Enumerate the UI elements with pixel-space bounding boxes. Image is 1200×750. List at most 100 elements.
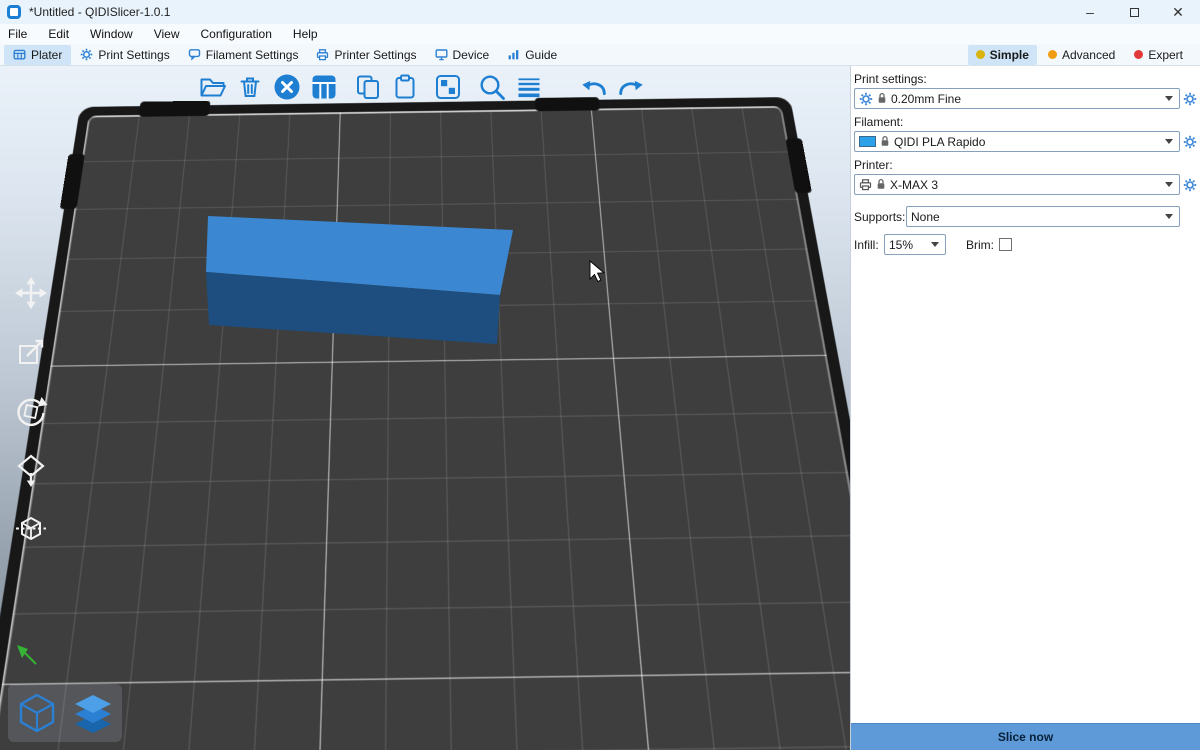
scale-icon — [12, 333, 50, 371]
3d-view-button[interactable] — [12, 688, 62, 738]
paste-icon — [390, 72, 420, 102]
undo-button[interactable] — [579, 72, 609, 102]
gear-icon — [1183, 135, 1197, 149]
delete-button[interactable] — [235, 72, 265, 102]
tab-device[interactable]: Device — [426, 45, 499, 65]
3d-viewport[interactable] — [0, 66, 850, 750]
menu-bar: File Edit Window View Configuration Help — [0, 24, 1200, 44]
rotate-icon — [12, 392, 50, 430]
rotate-tool-button[interactable] — [12, 392, 50, 430]
printer-gear-button[interactable] — [1180, 178, 1200, 192]
split-button[interactable] — [433, 72, 463, 102]
print-bed-grid — [0, 106, 850, 750]
filament-color-swatch — [859, 136, 876, 147]
printer-label: Printer: — [854, 158, 1200, 172]
variable-layer-height-button[interactable] — [514, 72, 544, 102]
settings-sidebar: Print settings: 0.20mm Fine Filament: QI… — [850, 66, 1200, 750]
delete-all-button[interactable] — [272, 72, 302, 102]
plater-toolbar — [198, 70, 653, 104]
tab-printer-settings[interactable]: Printer Settings — [307, 45, 425, 65]
filament-settings-icon — [188, 48, 201, 61]
undo-icon — [579, 72, 609, 102]
scale-tool-button[interactable] — [12, 333, 50, 371]
maximize-button[interactable] — [1112, 0, 1156, 24]
copy-button[interactable] — [353, 72, 383, 102]
menu-configuration[interactable]: Configuration — [201, 27, 272, 41]
copy-icon — [353, 72, 383, 102]
tab-label: Guide — [525, 48, 557, 62]
device-icon — [435, 48, 448, 61]
place-on-face-icon — [12, 451, 50, 489]
menu-help[interactable]: Help — [293, 27, 318, 41]
print-bed — [0, 97, 850, 750]
open-project-button[interactable] — [198, 72, 228, 102]
menu-window[interactable]: Window — [90, 27, 133, 41]
tab-print-settings[interactable]: Print Settings — [71, 45, 178, 65]
chevron-down-icon — [1165, 182, 1173, 187]
infill-label: Infill: — [854, 238, 884, 252]
cube-icon — [13, 689, 61, 737]
chevron-down-icon — [931, 242, 939, 247]
tab-plater[interactable]: Plater — [4, 45, 71, 65]
move-tool-button[interactable] — [12, 274, 50, 312]
tab-guide[interactable]: Guide — [498, 45, 566, 65]
app-logo-icon — [7, 5, 21, 19]
arrange-button[interactable] — [309, 72, 339, 102]
brim-checkbox[interactable] — [999, 238, 1012, 251]
slice-now-button[interactable]: Slice now — [851, 723, 1200, 750]
menu-file[interactable]: File — [8, 27, 27, 41]
printer-combo[interactable]: X-MAX 3 — [854, 174, 1180, 195]
gear-icon — [859, 92, 873, 106]
minimize-button[interactable]: – — [1068, 0, 1112, 24]
mode-simple[interactable]: Simple — [968, 45, 1037, 65]
filament-label: Filament: — [854, 115, 1200, 129]
layer-height-icon — [514, 72, 544, 102]
chevron-down-icon — [1165, 96, 1173, 101]
mode-label: Advanced — [1062, 48, 1115, 62]
tab-filament-settings[interactable]: Filament Settings — [179, 45, 308, 65]
print-settings-combo[interactable]: 0.20mm Fine — [854, 88, 1180, 109]
cut-tool-button[interactable] — [12, 510, 50, 548]
close-button[interactable]: ✕ — [1156, 0, 1200, 24]
filament-value: QIDI PLA Rapido — [894, 135, 1161, 149]
move-icon — [12, 274, 50, 312]
print-settings-gear-button[interactable] — [1180, 92, 1200, 106]
infill-value: 15% — [889, 238, 927, 252]
lock-icon — [876, 178, 886, 191]
gear-icon — [1183, 178, 1197, 192]
tab-label: Plater — [31, 48, 62, 62]
redo-button[interactable] — [616, 72, 646, 102]
expert-mode-dot-icon — [1134, 50, 1143, 59]
tab-label: Device — [453, 48, 490, 62]
tab-label: Printer Settings — [334, 48, 416, 62]
tab-label: Print Settings — [98, 48, 169, 62]
mode-expert[interactable]: Expert — [1126, 45, 1191, 65]
delete-all-icon — [272, 72, 302, 102]
lock-icon — [877, 92, 887, 105]
infill-combo[interactable]: 15% — [884, 234, 946, 255]
folder-open-icon — [198, 72, 228, 102]
plater-icon — [13, 48, 26, 61]
menu-view[interactable]: View — [154, 27, 180, 41]
menu-edit[interactable]: Edit — [48, 27, 69, 41]
preview-button[interactable] — [68, 688, 118, 738]
mode-label: Expert — [1148, 48, 1183, 62]
chevron-down-icon — [1165, 139, 1173, 144]
supports-combo[interactable]: None — [906, 206, 1180, 227]
filament-gear-button[interactable] — [1180, 135, 1200, 149]
lock-icon — [880, 135, 890, 148]
redo-icon — [616, 72, 646, 102]
mode-label: Simple — [990, 48, 1029, 62]
place-on-face-tool-button[interactable] — [12, 451, 50, 489]
print-settings-value: 0.20mm Fine — [891, 92, 1161, 106]
printer-icon — [859, 178, 872, 191]
paste-button[interactable] — [390, 72, 420, 102]
print-settings-icon — [80, 48, 93, 61]
maximize-icon — [1130, 8, 1139, 17]
search-icon — [477, 72, 507, 102]
gizmo-toolbar — [12, 274, 50, 548]
mode-advanced[interactable]: Advanced — [1040, 45, 1123, 65]
filament-combo[interactable]: QIDI PLA Rapido — [854, 131, 1180, 152]
printer-settings-icon — [316, 48, 329, 61]
search-button[interactable] — [477, 72, 507, 102]
